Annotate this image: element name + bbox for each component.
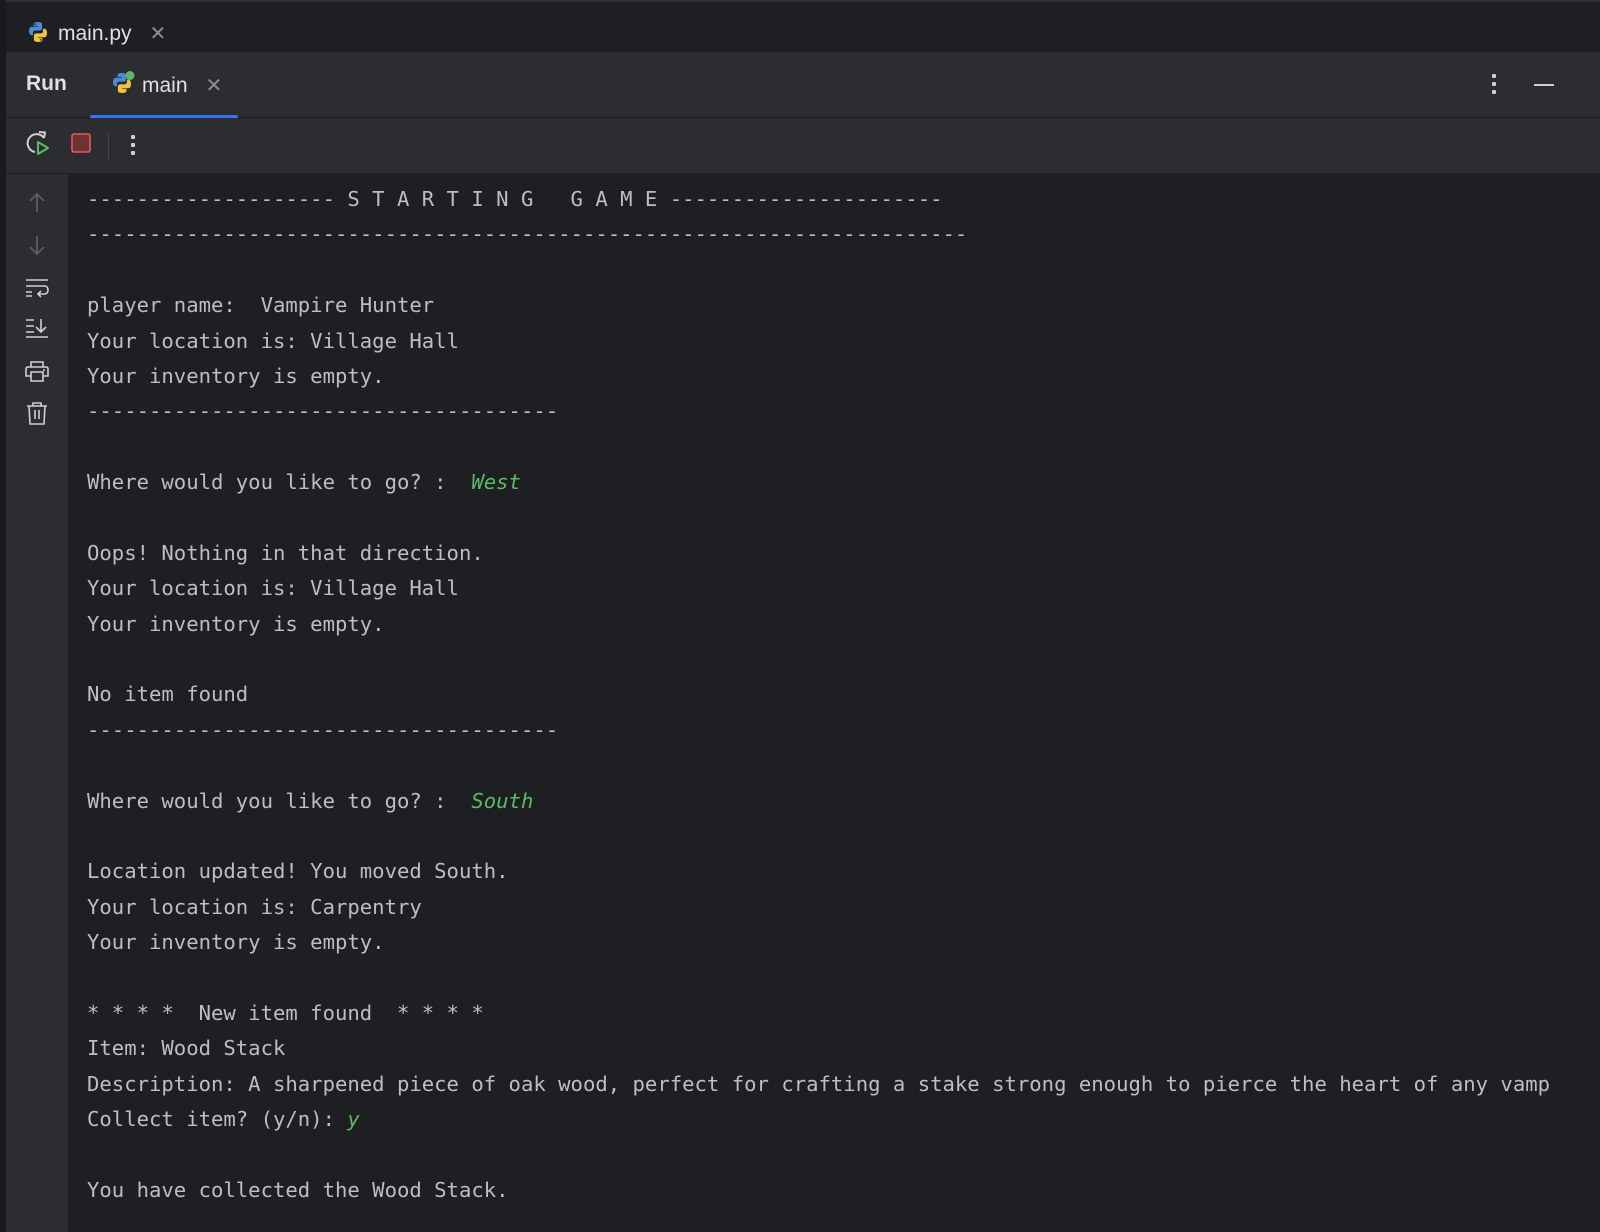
console-output-text: You have collected the Wood Stack.	[87, 1177, 509, 1202]
console-user-input: y	[347, 1107, 360, 1132]
print-icon[interactable]	[22, 356, 52, 386]
console-output-text: Description: A sharpened piece of oak wo…	[87, 1071, 1551, 1096]
run-tab-label: main	[142, 73, 188, 97]
console-output-text: Where would you like to go? :	[87, 470, 472, 495]
console-output-text: ----------------------------------------…	[87, 222, 968, 247]
console-line: Your inventory is empty.	[87, 925, 1550, 960]
console-line: Location updated! You moved South.	[87, 854, 1550, 889]
console-output-text: Location updated! You moved South.	[87, 859, 509, 884]
run-toolbar	[6, 118, 1600, 174]
editor-tab-main-py[interactable]: main.py ✕	[26, 18, 166, 50]
more-options-icon[interactable]	[1484, 70, 1504, 100]
run-window-title: Run	[26, 72, 67, 95]
console-output-text: Where would you like to go? :	[87, 788, 472, 813]
console-output-text: -------------------- S T A R T I N G G A…	[87, 187, 943, 211]
stop-button[interactable]	[66, 130, 96, 160]
editor-tab-label: main.py	[58, 22, 132, 45]
python-file-icon	[26, 20, 50, 49]
console-output-text: Oops! Nothing in that direction.	[87, 540, 484, 565]
scroll-down-icon[interactable]	[22, 230, 52, 260]
console-line: Your location is: Village Hall	[87, 571, 1550, 606]
console-line: player name: Vampire Hunter	[87, 288, 1550, 323]
console-user-input: South	[471, 788, 534, 813]
console-line: Your location is: Village Hall	[87, 324, 1550, 359]
minimize-icon[interactable]	[1532, 82, 1556, 88]
console-output-text: Your location is: Carpentry	[87, 894, 422, 919]
console-line: -------------------- S T A R T I N G G A…	[87, 182, 1550, 217]
console-line: Where would you like to go? : South	[87, 784, 1550, 819]
console-output-text: * * * * New item found * * * *	[87, 1000, 484, 1025]
close-icon[interactable]: ✕	[206, 76, 223, 96]
console-output-text: Your inventory is empty.	[87, 930, 385, 955]
console-output-text: No item found	[87, 682, 249, 707]
scroll-up-icon[interactable]	[22, 188, 52, 218]
console-output[interactable]: -------------------- S T A R T I N G G A…	[68, 174, 1600, 1232]
clear-all-icon[interactable]	[22, 398, 52, 428]
console-lines: -------------------- S T A R T I N G G A…	[87, 182, 1550, 1208]
rerun-button[interactable]	[22, 130, 52, 160]
console-output-text: Your inventory is empty.	[87, 363, 385, 388]
console-line: Your inventory is empty.	[87, 359, 1550, 394]
console-user-input: West	[471, 470, 521, 495]
console-line: --------------------------------------	[87, 713, 1550, 748]
console-line: Item: Wood Stack	[87, 1031, 1550, 1066]
console-output-text: Item: Wood Stack	[87, 1036, 286, 1061]
stop-icon	[70, 132, 92, 159]
console-output-text: player name: Vampire Hunter	[87, 293, 435, 318]
console-line: You have collected the Wood Stack.	[87, 1173, 1550, 1208]
console-line: Your inventory is empty.	[87, 607, 1550, 642]
console-line: ----------------------------------------…	[87, 217, 1550, 252]
rerun-icon	[23, 129, 51, 162]
toolbar-separator	[108, 132, 109, 160]
console-output-text: Your inventory is empty.	[87, 611, 385, 636]
console-line: Where would you like to go? : West	[87, 465, 1550, 500]
console-output-text: Collect item? (y/n):	[87, 1107, 348, 1132]
scroll-to-end-icon[interactable]	[22, 313, 52, 343]
python-run-config-icon	[110, 70, 136, 101]
console-output-text: --------------------------------------	[87, 399, 559, 424]
console-line: Description: A sharpened piece of oak wo…	[87, 1067, 1550, 1102]
console-output-text: --------------------------------------	[87, 717, 559, 742]
editor-tab-strip: main.py ✕	[6, 2, 1600, 52]
console-line: No item found	[87, 677, 1550, 712]
console-line: Your location is: Carpentry	[87, 890, 1550, 925]
console-line: --------------------------------------	[87, 394, 1550, 429]
console-line: * * * * New item found * * * *	[87, 996, 1550, 1031]
close-icon[interactable]: ✕	[150, 24, 167, 44]
console-side-toolbar	[6, 174, 68, 1232]
more-options-icon[interactable]	[118, 130, 148, 160]
console-line: Oops! Nothing in that direction.	[87, 536, 1550, 571]
soft-wrap-icon[interactable]	[22, 273, 52, 303]
run-tool-window-header: Run main ✕	[6, 52, 1600, 119]
console-output-text: Your location is: Village Hall	[87, 328, 459, 353]
console-line: Collect item? (y/n): y	[87, 1102, 1550, 1137]
run-tab-main[interactable]: main ✕	[90, 52, 238, 119]
console-output-text: Your location is: Village Hall	[87, 576, 459, 601]
